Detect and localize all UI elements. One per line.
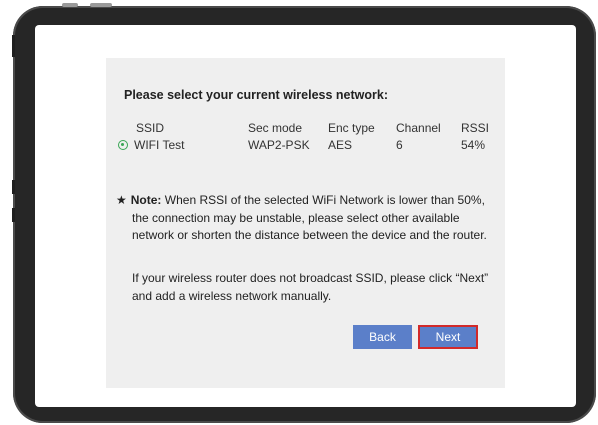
column-header-ssid: SSID <box>136 121 165 135</box>
tablet-side-button <box>12 35 15 57</box>
star-icon: ★ <box>116 193 127 207</box>
network-sec-mode: WAP2-PSK <box>248 138 310 152</box>
rssi-note: ★ Note: When RSSI of the selected WiFi Ne… <box>116 192 498 245</box>
next-button[interactable]: Next <box>418 325 478 349</box>
tablet-top-button <box>62 3 78 7</box>
column-header-rssi: RSSI <box>461 121 490 135</box>
note-text: When RSSI of the selected WiFi Network i… <box>132 193 487 242</box>
column-header-channel: Channel <box>396 121 441 135</box>
hidden-ssid-info: If your wireless router does not broadca… <box>132 271 489 303</box>
tablet-side-button <box>12 208 15 222</box>
column-header-enc-type: Enc type <box>328 121 375 135</box>
tablet-top-button <box>90 3 112 7</box>
network-radio-button[interactable] <box>118 140 128 150</box>
network-ssid[interactable]: WIFI Test <box>134 138 184 152</box>
network-rssi: 54% <box>461 138 486 152</box>
network-channel: 6 <box>396 138 403 152</box>
back-button[interactable]: Back <box>353 325 412 349</box>
page-title: Please select your current wireless netw… <box>124 88 389 102</box>
note-label: Note: <box>130 193 162 207</box>
network-enc-type: AES <box>328 138 353 152</box>
column-header-sec-mode: Sec mode <box>248 121 303 135</box>
tablet-side-button <box>12 180 15 194</box>
